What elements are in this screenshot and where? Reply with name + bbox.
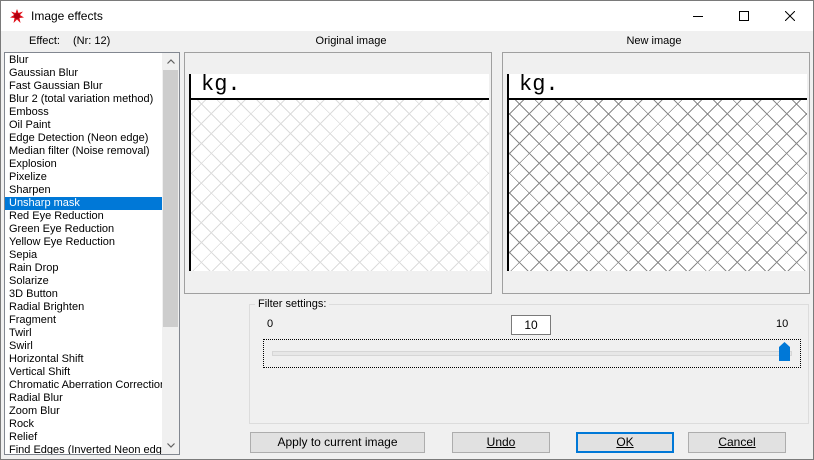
effect-list-item[interactable]: Relief xyxy=(5,431,162,444)
chevron-up-icon xyxy=(166,59,175,64)
cancel-button[interactable]: Cancel xyxy=(688,432,786,453)
effect-list-item[interactable]: Radial Brighten xyxy=(5,301,162,314)
slider-thumb[interactable] xyxy=(779,342,790,361)
filter-slider[interactable] xyxy=(263,339,801,368)
effect-list-item[interactable]: Median filter (Noise removal) xyxy=(5,145,162,158)
effect-label: Effect: xyxy=(29,35,60,47)
effect-list-item[interactable]: Horizontal Shift xyxy=(5,353,162,366)
effect-list-item[interactable]: Red Eye Reduction xyxy=(5,210,162,223)
cancel-button-label: Cancel xyxy=(718,435,756,449)
new-crosshatch-pattern xyxy=(509,100,807,271)
close-icon xyxy=(785,11,795,21)
undo-button-label: Undo xyxy=(486,435,516,449)
effect-list-item[interactable]: Solarize xyxy=(5,275,162,288)
scrollbar-thumb[interactable] xyxy=(163,70,178,327)
effect-list-item[interactable]: Rain Drop xyxy=(5,262,162,275)
effect-list-item[interactable]: Pixelize xyxy=(5,171,162,184)
effect-list-item[interactable]: Radial Blur xyxy=(5,392,162,405)
title-bar[interactable]: Image effects xyxy=(1,1,813,31)
chevron-down-icon xyxy=(166,443,175,448)
scroll-up-button[interactable] xyxy=(162,53,179,70)
new-image-canvas: kg. xyxy=(507,74,807,271)
effect-list-item[interactable]: Explosion xyxy=(5,158,162,171)
effect-list-item[interactable]: Blur 2 (total variation method) xyxy=(5,93,162,106)
maximize-button[interactable] xyxy=(721,1,767,31)
effect-list-item[interactable]: Unsharp mask xyxy=(5,197,162,210)
effect-list-item[interactable]: Yellow Eye Reduction xyxy=(5,236,162,249)
window-title: Image effects xyxy=(31,9,103,23)
slider-min-label: 0 xyxy=(267,318,274,330)
apply-button[interactable]: Apply to current image xyxy=(250,432,425,453)
effect-list-item[interactable]: Edge Detection (Neon edge) xyxy=(5,132,162,145)
minimize-button[interactable] xyxy=(675,1,721,31)
effect-list-item[interactable]: Oil Paint xyxy=(5,119,162,132)
effect-list-item[interactable]: Sepia xyxy=(5,249,162,262)
close-button[interactable] xyxy=(767,1,813,31)
paint-splash-icon xyxy=(9,8,25,24)
undo-button[interactable]: Undo xyxy=(452,432,550,453)
ok-button-label: OK xyxy=(616,435,634,449)
new-image-title: New image xyxy=(626,35,682,47)
effect-list-item[interactable]: Rock xyxy=(5,418,162,431)
effect-list-item[interactable]: Swirl xyxy=(5,340,162,353)
slider-value-field[interactable]: 10 xyxy=(511,315,551,335)
original-image-title: Original image xyxy=(315,35,387,47)
effect-list-item[interactable]: Blur xyxy=(5,54,162,67)
effect-list-item[interactable]: Green Eye Reduction xyxy=(5,223,162,236)
effects-listbox[interactable]: Blur Gaussian Blur Fast Gaussian Blur Blur … xyxy=(4,52,180,455)
effect-list-item[interactable]: Fast Gaussian Blur xyxy=(5,80,162,93)
effect-list-item[interactable]: Emboss xyxy=(5,106,162,119)
effect-list-item[interactable]: Gaussian Blur xyxy=(5,67,162,80)
minimize-icon xyxy=(693,16,703,17)
effect-list-item[interactable]: Vertical Shift xyxy=(5,366,162,379)
effect-list-item[interactable]: Fragment xyxy=(5,314,162,327)
slider-max-label: 10 xyxy=(776,318,789,330)
filter-settings-label: Filter settings: xyxy=(255,298,330,310)
vertical-scrollbar[interactable] xyxy=(162,53,179,454)
effect-list-item[interactable]: Find Edges (Inverted Neon edge) xyxy=(5,444,162,454)
slider-track[interactable] xyxy=(272,351,792,356)
original-image-text: kg. xyxy=(201,74,241,97)
original-crosshatch-pattern xyxy=(191,100,489,271)
effect-list-item[interactable]: Twirl xyxy=(5,327,162,340)
effect-list-item[interactable]: Sharpen xyxy=(5,184,162,197)
effect-list-item[interactable]: 3D Button xyxy=(5,288,162,301)
original-image-canvas: kg. xyxy=(189,74,489,271)
effect-list-item[interactable]: Chromatic Aberration Correction xyxy=(5,379,162,392)
effect-number: (Nr: 12) xyxy=(73,35,111,47)
apply-button-label: Apply to current image xyxy=(277,435,398,449)
scroll-down-button[interactable] xyxy=(162,437,179,454)
new-image-panel: kg. xyxy=(502,52,810,294)
original-image-panel: kg. xyxy=(184,52,492,294)
effects-list[interactable]: Blur Gaussian Blur Fast Gaussian Blur Blur … xyxy=(5,54,162,454)
effect-list-item[interactable]: Zoom Blur xyxy=(5,405,162,418)
ok-button[interactable]: OK xyxy=(576,432,674,453)
maximize-icon xyxy=(739,11,749,21)
image-effects-window: Image effects Effect: (Nr: 12) Original … xyxy=(0,0,814,460)
new-image-text: kg. xyxy=(519,74,559,97)
